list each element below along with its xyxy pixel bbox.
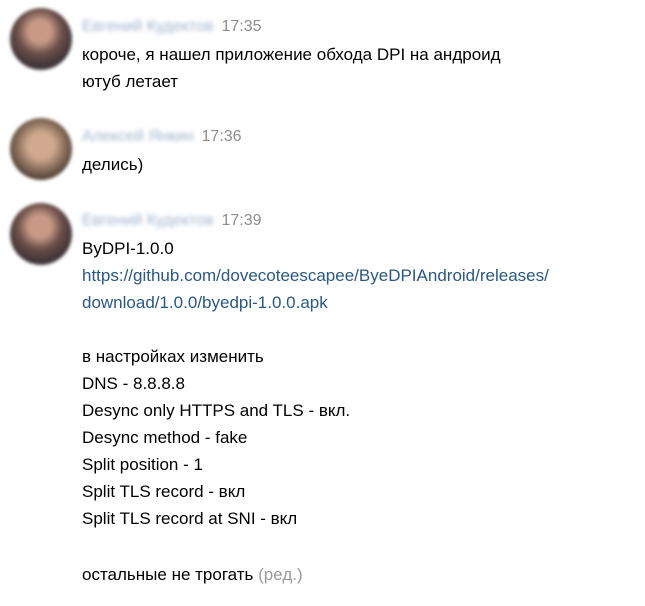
message-text: ютуб летает (82, 72, 179, 91)
author-name[interactable]: Евгений Кудектов (82, 212, 213, 230)
message-time[interactable]: 17:39 (221, 212, 261, 230)
message-text: короче, я нашел приложение обхода DPI на… (82, 45, 501, 64)
settings-line: DNS - 8.8.8.8 (82, 374, 185, 393)
message-header: Евгений Кудектов 17:39 (82, 210, 262, 232)
message-link[interactable]: https://github.com/dovecoteescapee/ByeDP… (82, 262, 549, 289)
avatar[interactable] (10, 8, 72, 70)
avatar[interactable] (10, 118, 72, 180)
message-header: Алексей Янкин 17:36 (82, 126, 242, 148)
settings-heading: в настройках изменить (82, 347, 264, 366)
message-header: Евгений Кудектов 17:35 (82, 16, 262, 38)
author-name[interactable]: Евгений Кудектов (82, 18, 213, 36)
message-footer: остальные не трогать (ред.) (82, 561, 303, 588)
message-text: делись) (82, 155, 144, 174)
message-time[interactable]: 17:35 (221, 18, 261, 36)
footer-text: остальные не трогать (82, 565, 254, 584)
settings-line: Desync only HTTPS and TLS - вкл. (82, 401, 351, 420)
settings-line: Split TLS record at SNI - вкл (82, 509, 298, 528)
author-name[interactable]: Алексей Янкин (82, 128, 194, 146)
settings-line: Split position - 1 (82, 455, 203, 474)
settings-line: Split TLS record - вкл (82, 482, 246, 501)
message-time[interactable]: 17:36 (202, 128, 242, 146)
message-link[interactable]: download/1.0.0/byedpi-1.0.0.apk (82, 289, 328, 316)
edited-label[interactable]: (ред.) (258, 565, 303, 584)
avatar[interactable] (10, 203, 72, 265)
message-title: ByDPI-1.0.0 (82, 239, 174, 258)
settings-line: Desync method - fake (82, 428, 248, 447)
